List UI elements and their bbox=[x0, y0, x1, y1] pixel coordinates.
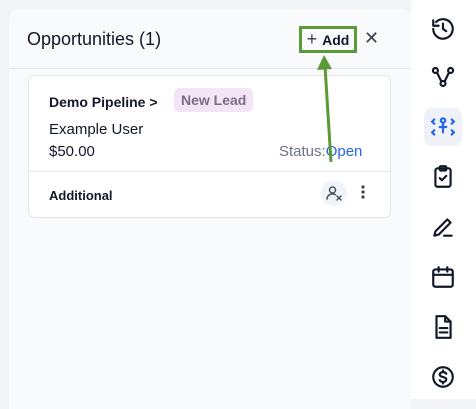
plus-icon: + bbox=[306, 28, 318, 49]
status-label: Status: bbox=[279, 143, 326, 160]
tasks-icon[interactable] bbox=[424, 158, 462, 196]
opportunities-icon[interactable] bbox=[424, 108, 462, 146]
close-icon[interactable]: ✕ bbox=[364, 29, 379, 47]
status-value: Open bbox=[325, 143, 363, 160]
additional-section-label[interactable]: Additional bbox=[49, 188, 113, 203]
panel-header: Opportunities (1) + Add ✕ bbox=[9, 9, 411, 69]
contact-name: Example User bbox=[49, 121, 144, 138]
panel-title: Opportunities (1) bbox=[27, 29, 162, 49]
history-icon[interactable] bbox=[424, 10, 462, 48]
document-icon[interactable] bbox=[424, 308, 462, 346]
calendar-icon[interactable] bbox=[424, 258, 462, 296]
add-opportunity-button[interactable]: + Add bbox=[299, 26, 357, 53]
status-row: Status:Open bbox=[279, 143, 362, 160]
activity-sidebar bbox=[411, 0, 476, 399]
payments-icon[interactable] bbox=[424, 358, 462, 396]
opportunity-amount: $50.00 bbox=[49, 143, 95, 160]
add-button-label: Add bbox=[322, 31, 350, 48]
more-vertical-icon[interactable] bbox=[358, 183, 368, 201]
pipeline-name: Demo Pipeline > bbox=[49, 94, 158, 110]
user-unassigned-icon[interactable] bbox=[321, 180, 347, 206]
opportunity-card[interactable]: Demo Pipeline > New Lead Example User $5… bbox=[28, 75, 391, 218]
card-divider bbox=[29, 171, 390, 172]
stage-badge: New Lead bbox=[174, 88, 254, 112]
opportunities-panel: Opportunities (1) + Add ✕ Demo Pipeline … bbox=[9, 9, 411, 409]
workflow-icon[interactable] bbox=[424, 58, 462, 96]
notes-icon[interactable] bbox=[424, 208, 462, 246]
